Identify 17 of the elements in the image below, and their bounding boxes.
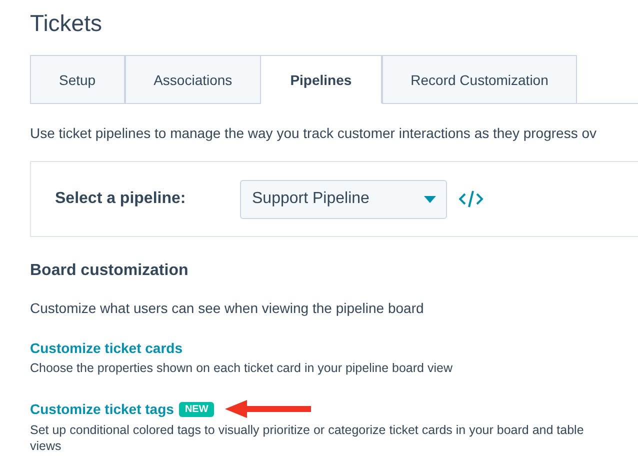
page-title: Tickets [30,10,103,37]
section-description: Customize what users can see when viewing the pipeline board [30,300,425,316]
caret-icon [424,196,436,202]
tab[interactable]: Associations [124,55,262,104]
new-badge: NEW [178,402,214,416]
code-icon[interactable] [459,190,483,208]
pipeline-dropdown[interactable]: Support Pipeline [240,180,447,218]
customize-link[interactable]: Customize ticket tags [30,401,174,417]
link-description: Set up conditional colored tags to visually prioritize or categorize ticket cards in your board and table views [30,422,585,454]
link-description: Choose the properties shown on each ticket card in your pipeline board view [30,360,454,376]
tab[interactable]: Pipelines [261,55,382,104]
intro-text: Use ticket pipelines to manage the way you track customer interactions as they progress ov [30,125,598,141]
tab[interactable]: Setup [30,55,125,104]
section-heading: Board customization [30,262,190,280]
select-label: Select a pipeline: [55,190,187,208]
tab[interactable]: Record Customization [382,55,578,104]
customize-link[interactable]: Customize ticket cards [30,340,182,356]
